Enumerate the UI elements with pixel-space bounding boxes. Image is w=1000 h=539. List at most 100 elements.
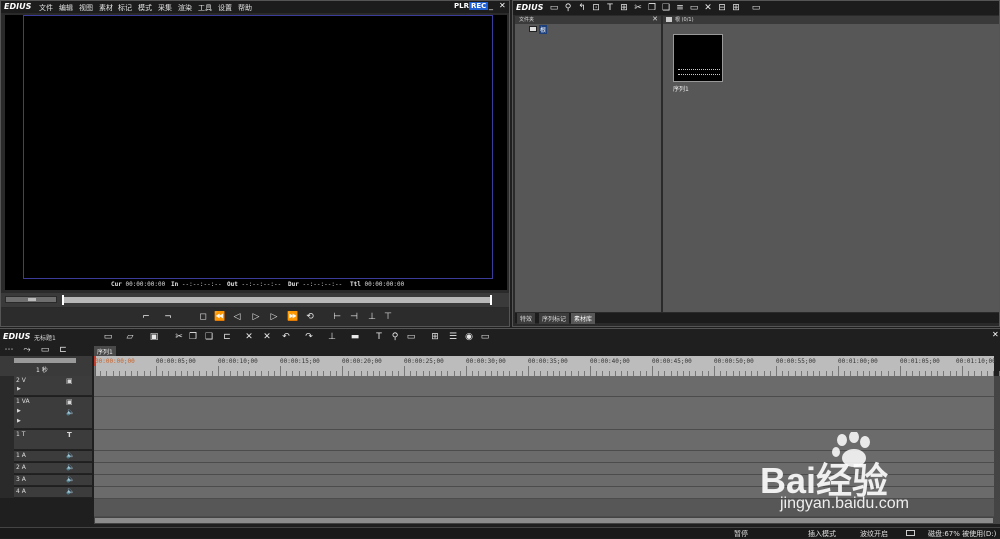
bin-options-icon[interactable]: ⊟ <box>717 3 727 13</box>
menu-render[interactable]: 渲染 <box>178 3 192 13</box>
cut-icon[interactable]: ✂ <box>174 332 184 342</box>
properties-icon[interactable]: ≡ <box>675 3 685 13</box>
minimize-icon[interactable]: _ <box>489 1 493 10</box>
timeline-close-icon[interactable]: ✕ <box>992 330 999 339</box>
loop-icon[interactable]: ⟲ <box>305 312 315 322</box>
delete-icon[interactable]: ✕ <box>703 3 713 13</box>
title-icon[interactable]: T <box>605 3 615 13</box>
fast-forward-icon[interactable]: ⏩ <box>287 312 298 322</box>
menu-capture[interactable]: 采集 <box>158 3 172 13</box>
delete-icon[interactable]: ✕ <box>244 332 254 342</box>
clip-name[interactable]: 序列1 <box>673 84 689 93</box>
step-forward-icon[interactable]: ▷ <box>269 312 279 322</box>
menu-mode[interactable]: 模式 <box>138 3 152 13</box>
sequence-settings-icon[interactable]: ⊞ <box>430 332 440 342</box>
folder-tree-close-icon[interactable]: ✕ <box>652 15 658 23</box>
plr-button[interactable]: PLR <box>454 2 469 10</box>
menu-clip[interactable]: 素材 <box>99 3 113 13</box>
menu-tools[interactable]: 工具 <box>198 3 212 13</box>
track-header-3a[interactable]: 3 A 🔈 <box>14 475 92 486</box>
track-header-1t[interactable]: 1 T T <box>14 430 92 450</box>
send-to-player-icon[interactable]: ▭ <box>689 3 699 13</box>
tab-effects[interactable]: 特效 <box>517 313 536 324</box>
position-bar[interactable] <box>62 295 492 305</box>
cut-icon[interactable]: ✂ <box>633 3 643 13</box>
menu-settings[interactable]: 设置 <box>218 3 232 13</box>
tab-sequence-markers[interactable]: 序列标记 <box>539 313 570 324</box>
paste-icon[interactable]: ❑ <box>204 332 214 342</box>
track-mode-icon[interactable]: ⋯ <box>4 345 14 355</box>
insert-to-timeline-icon[interactable]: ⊢ <box>332 312 342 322</box>
timeline-ruler[interactable]: 00:00:00;00 00:00:05;00 00:00:10;00 00:0… <box>94 356 1000 376</box>
snap-mode-icon[interactable]: ⊏ <box>58 345 68 355</box>
jog-slider[interactable] <box>5 296 57 303</box>
menu-view[interactable]: 视图 <box>79 3 93 13</box>
redo-icon[interactable]: ↷ <box>304 332 314 342</box>
three-point-edit-icon[interactable]: ⊥ <box>367 312 377 322</box>
tab-bin[interactable]: 素材库 <box>571 313 596 324</box>
audio-mute-icon[interactable]: 🔈 <box>66 475 75 483</box>
up-folder-icon[interactable]: ↰ <box>577 3 587 13</box>
menu-help[interactable]: 帮助 <box>238 3 252 13</box>
audio-mute-icon[interactable]: 🔈 <box>66 451 75 459</box>
rec-button[interactable]: REC <box>469 2 489 10</box>
output-icon[interactable]: ▭ <box>480 332 490 342</box>
audio-mute-icon[interactable]: 🔈 <box>66 487 75 495</box>
render-icon[interactable]: ▭ <box>406 332 416 342</box>
title-track-icon[interactable]: T <box>67 431 72 439</box>
track-header-4a[interactable]: 4 A 🔈 <box>14 487 92 498</box>
ripple-mode-icon[interactable]: ▭ <box>40 345 50 355</box>
menu-marker[interactable]: 标记 <box>118 3 132 13</box>
menu-file[interactable]: 文件 <box>39 3 53 13</box>
add-clip-icon[interactable]: ⊡ <box>591 3 601 13</box>
close-icon[interactable]: ✕ <box>499 1 506 10</box>
record-icon[interactable]: ◉ <box>464 332 474 342</box>
search-icon[interactable]: ⚲ <box>563 3 573 13</box>
open-project-icon[interactable]: ▱ <box>125 332 135 342</box>
split-icon[interactable]: ⊥ <box>327 332 337 342</box>
expand-arrow-icon[interactable]: ▶ <box>17 408 21 414</box>
audio-mute-icon[interactable]: 🔈 <box>66 463 75 471</box>
copy-icon[interactable]: ❐ <box>647 3 657 13</box>
copy-icon[interactable]: ❐ <box>188 332 198 342</box>
play-icon[interactable]: ▷ <box>251 312 261 322</box>
voice-over-icon[interactable]: ⚲ <box>390 332 400 342</box>
step-back-icon[interactable]: ◁ <box>232 312 242 322</box>
track-header-1a[interactable]: 1 A 🔈 <box>14 451 92 462</box>
undo-icon[interactable]: ↶ <box>281 332 291 342</box>
track-header-1va[interactable]: 1 VA ▣ 🔈 ▶ ▶ <box>14 397 92 429</box>
new-sequence-icon[interactable]: ▭ <box>103 332 113 342</box>
folder-icon[interactable]: ▭ <box>549 3 559 13</box>
ripple-delete-icon[interactable]: ✕ <box>262 332 272 342</box>
video-mute-icon[interactable]: ▣ <box>66 377 73 385</box>
import-icon[interactable]: ▭ <box>751 3 761 13</box>
vertical-scrollbar[interactable] <box>994 376 1000 524</box>
expand-arrow-icon[interactable]: ▶ <box>17 418 21 424</box>
mixer-icon[interactable]: ☰ <box>448 332 458 342</box>
clip-thumbnail[interactable] <box>673 34 723 82</box>
overwrite-to-timeline-icon[interactable]: ⊣ <box>349 312 359 322</box>
expand-arrow-icon[interactable]: ▶ <box>17 386 21 392</box>
sync-mode-icon[interactable]: ⤳ <box>22 345 32 355</box>
color-bar-icon[interactable]: ⊞ <box>619 3 629 13</box>
set-out-icon[interactable]: ¬ <box>163 312 173 322</box>
view-mode-icon[interactable]: ⊞ <box>731 3 741 13</box>
track-header-2a[interactable]: 2 A 🔈 <box>14 463 92 474</box>
zoom-slider[interactable] <box>14 358 76 363</box>
export-icon[interactable]: ⊤ <box>383 312 393 322</box>
playhead-marker[interactable] <box>62 295 64 305</box>
menu-edit[interactable]: 编辑 <box>59 3 73 13</box>
link-icon[interactable]: ▬ <box>350 332 360 342</box>
track-header-2v[interactable]: 2 V ▣ ▶ <box>14 376 92 396</box>
save-icon[interactable]: ▣ <box>149 332 159 342</box>
paste-icon[interactable]: ❑ <box>661 3 671 13</box>
rewind-icon[interactable]: ⏪ <box>214 312 225 322</box>
set-in-icon[interactable]: ⌐ <box>141 312 151 322</box>
audio-mute-icon[interactable]: 🔈 <box>66 408 75 416</box>
stop-icon[interactable]: ◻ <box>198 312 208 322</box>
insert-clip-icon[interactable]: ⊏ <box>222 332 232 342</box>
video-mute-icon[interactable]: ▣ <box>66 398 73 406</box>
title-icon[interactable]: T <box>374 332 384 342</box>
track-lane-2v[interactable] <box>94 376 994 397</box>
track-lane-1va[interactable] <box>94 397 994 430</box>
